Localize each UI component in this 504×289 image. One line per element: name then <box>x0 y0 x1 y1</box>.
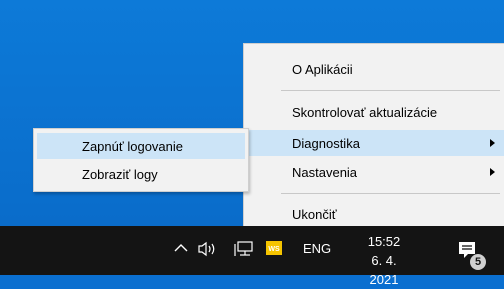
menu-item-label: Skontrolovať aktualizácie <box>292 104 438 120</box>
network-icon[interactable] <box>234 240 256 258</box>
submenu-arrow-icon <box>490 139 495 147</box>
menu-item-check-updates[interactable]: Skontrolovať aktualizácie <box>244 99 504 125</box>
tray-context-menu: O Aplikácii Skontrolovať aktualizácie Di… <box>243 43 504 230</box>
diagnostics-submenu: Zapnúť logovanie Zobraziť logy <box>33 128 249 192</box>
submenu-arrow-icon <box>490 168 495 176</box>
speaker-icon[interactable] <box>197 240 219 258</box>
clock[interactable]: 15:52 6. 4. 2021 <box>356 232 412 289</box>
clock-time: 15:52 <box>367 234 401 249</box>
menu-item-label: Diagnostika <box>292 135 360 151</box>
menu-separator <box>281 193 500 194</box>
clock-date: 6. 4. 2021 <box>369 253 399 287</box>
submenu-item-enable-logging[interactable]: Zapnúť logovanie <box>37 133 245 159</box>
app-tray-icon[interactable]: WS <box>266 241 282 255</box>
taskbar: WS ENG 15:52 6. 4. 2021 5 <box>0 226 504 287</box>
submenu-item-label: Zobraziť logy <box>82 166 158 182</box>
menu-separator <box>281 90 500 91</box>
menu-item-diagnostics[interactable]: Diagnostika <box>244 130 504 156</box>
ws-icon-label: WS <box>268 246 280 253</box>
chevron-up-icon[interactable] <box>172 239 190 257</box>
menu-item-settings[interactable]: Nastavenia <box>244 159 504 185</box>
submenu-item-show-logs[interactable]: Zobraziť logy <box>37 161 245 187</box>
submenu-item-label: Zapnúť logovanie <box>82 138 184 154</box>
menu-item-label: Ukončiť <box>292 206 337 222</box>
language-indicator[interactable]: ENG <box>303 241 331 256</box>
menu-item-label: Nastavenia <box>292 164 358 180</box>
menu-item-about[interactable]: O Aplikácii <box>244 56 504 82</box>
menu-item-exit[interactable]: Ukončiť <box>244 201 504 227</box>
menu-item-label: O Aplikácii <box>292 61 353 77</box>
notification-count-badge: 5 <box>470 254 486 270</box>
